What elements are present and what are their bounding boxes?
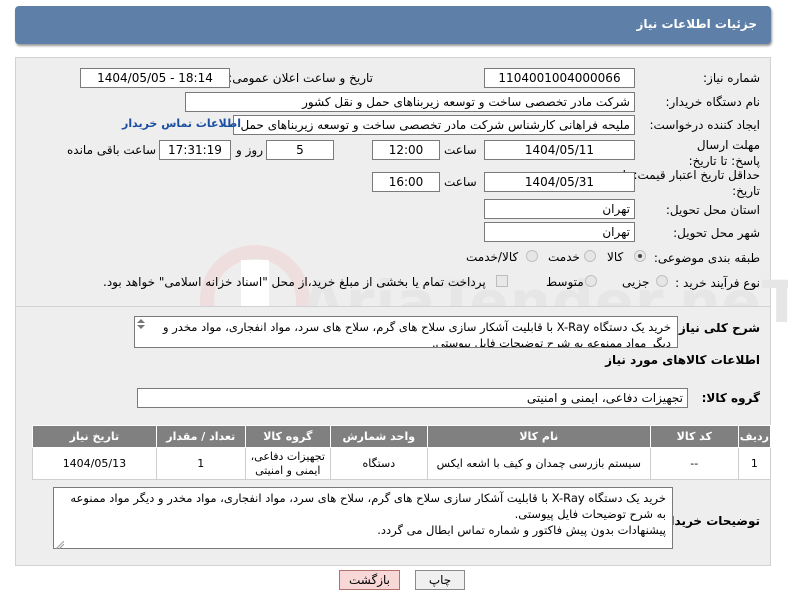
city-field: تهران [484, 222, 635, 242]
category-radio-goods[interactable] [634, 250, 646, 262]
cell-group: تجهیزات دفاعی، ایمنی و امنیتی [244, 447, 331, 480]
category-radio-service[interactable] [584, 250, 596, 262]
days-label: روز و [236, 143, 263, 157]
need-number-label: شماره نیاز: [703, 71, 760, 85]
province-label: استان محل تحویل: [665, 203, 760, 217]
announce-datetime-field: 1404/05/05 - 18:14 [80, 68, 230, 88]
validity-date-field: 1404/05/31 [484, 172, 635, 192]
page-title: جزئیات اطلاعات نیاز [636, 17, 757, 31]
buyer-notes-line1: خرید یک دستگاه X-Ray با قابلیت آشکار ساز… [70, 491, 666, 521]
deadline-time-label: ساعت [444, 143, 477, 157]
goods-section-title: اطلاعات کالاهای مورد نیاز [605, 353, 760, 367]
category-radio-goods-service[interactable] [526, 250, 538, 262]
cell-row: 1 [737, 447, 772, 480]
validity-time-field: 16:00 [372, 172, 440, 192]
need-number-field: 1104001004000066 [484, 68, 635, 88]
col-row: ردیف [737, 425, 772, 448]
col-group: گروه کالا [244, 425, 331, 448]
description-label: شرح کلی نیاز: [674, 321, 760, 335]
table-row: 1 -- سیستم بازرسی چمدان و کیف با اشعه ای… [32, 447, 772, 480]
goods-table: ردیف کد کالا نام کالا واحد شمارش گروه کا… [32, 425, 772, 480]
buyer-notes-textarea[interactable]: خرید یک دستگاه X-Ray با قابلیت آشکار ساز… [53, 487, 673, 549]
goods-group-label: گروه کالا: [701, 391, 760, 405]
col-unit: واحد شمارش [329, 425, 428, 448]
goods-table-header: ردیف کد کالا نام کالا واحد شمارش گروه کا… [32, 425, 772, 448]
goods-group-field: تجهیزات دفاعی، ایمنی و امنیتی [137, 388, 688, 408]
cell-unit: دستگاه [329, 447, 428, 480]
deadline-date-field: 1404/05/11 [484, 140, 635, 160]
category-option-goods: کالا [607, 250, 624, 264]
buyer-notes-line2: پیشنهادات بدون پیش فاکتور و شماره تماس ا… [377, 523, 666, 537]
col-quantity: تعداد / مقدار [155, 425, 246, 448]
treasury-payment-note: پرداخت تمام یا بخشی از مبلغ خرید،از محل … [103, 275, 486, 289]
resize-handle-icon[interactable] [55, 538, 65, 550]
cell-need-date: 1404/05/13 [32, 447, 157, 480]
col-need-date: تاریخ نیاز [32, 425, 157, 448]
col-code: کد کالا [649, 425, 739, 448]
category-option-goods-service: کالا/خدمت [466, 250, 519, 264]
creator-field: ملیحه فراهانی کارشناس شرکت مادر تخصصی سا… [233, 115, 635, 135]
deadline-time-field: 12:00 [372, 140, 440, 160]
remaining-time-field: 17:31:19 [159, 140, 231, 160]
category-option-service: خدمت [548, 250, 580, 264]
buyer-org-field: شرکت مادر تخصصی ساخت و توسعه زیربناهای ح… [185, 92, 635, 112]
province-field: تهران [484, 199, 635, 219]
cell-code: -- [649, 447, 739, 480]
buyer-notes-label: توضیحات خریدار: [658, 514, 760, 528]
process-radio-medium[interactable] [585, 275, 597, 287]
process-option-minor: جزیی [622, 275, 650, 289]
validity-label: حداقل تاریخ اعتبار قیمت: تا تاریخ: [622, 168, 760, 198]
validity-time-label: ساعت [444, 175, 477, 189]
scroll-arrows-icon[interactable] [136, 318, 146, 330]
remaining-days-field: 5 [266, 140, 334, 160]
cell-name: سیستم بازرسی چمدان و کیف با اشعه ایکس [426, 447, 651, 480]
back-button[interactable]: بازگشت [339, 570, 400, 590]
buyer-org-label: نام دستگاه خریدار: [665, 95, 761, 109]
cell-quantity: 1 [155, 447, 246, 480]
col-name: نام کالا [426, 425, 651, 448]
deadline-label: مهلت ارسال پاسخ: تا تاریخ: [688, 138, 760, 168]
print-button[interactable]: چاپ [415, 570, 465, 590]
process-option-medium: متوسط [546, 275, 584, 289]
description-textarea[interactable]: خرید یک دستگاه X-Ray با قابلیت آشکار ساز… [134, 316, 678, 348]
treasury-payment-checkbox[interactable] [496, 275, 508, 287]
remaining-time-label: ساعت باقی مانده [67, 143, 157, 157]
city-label: شهر محل تحویل: [673, 226, 760, 240]
announce-datetime-label: تاریخ و ساعت اعلان عمومی: [228, 71, 373, 85]
creator-label: ایجاد کننده درخواست: [649, 118, 760, 132]
category-label: طبقه بندی موضوعی: [653, 251, 760, 265]
process-radio-minor[interactable] [656, 275, 668, 287]
process-type-label: نوع فرآیند خرید : [675, 276, 760, 290]
page-header: جزئیات اطلاعات نیاز [15, 6, 771, 44]
buyer-contact-link[interactable]: اطلاعات تماس خریدار [122, 117, 241, 130]
